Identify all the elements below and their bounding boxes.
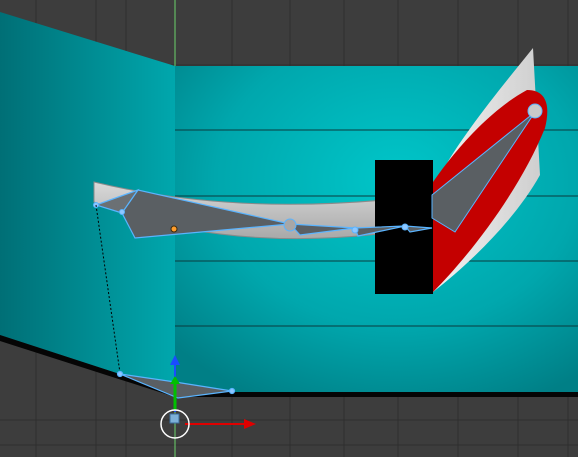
joint-3[interactable] [283, 218, 297, 232]
viewport-canvas[interactable] [0, 0, 578, 457]
joint-5[interactable] [401, 223, 409, 231]
ik-bone-head[interactable] [116, 370, 124, 378]
joint-2[interactable] [119, 209, 125, 215]
3d-viewport[interactable] [0, 0, 578, 457]
gizmo-center-handle[interactable] [169, 413, 180, 424]
joint-4[interactable] [351, 226, 359, 234]
ik-bone-tail[interactable] [228, 387, 236, 395]
fan-bone-head-joint[interactable] [527, 103, 543, 119]
origin-point [170, 225, 178, 233]
